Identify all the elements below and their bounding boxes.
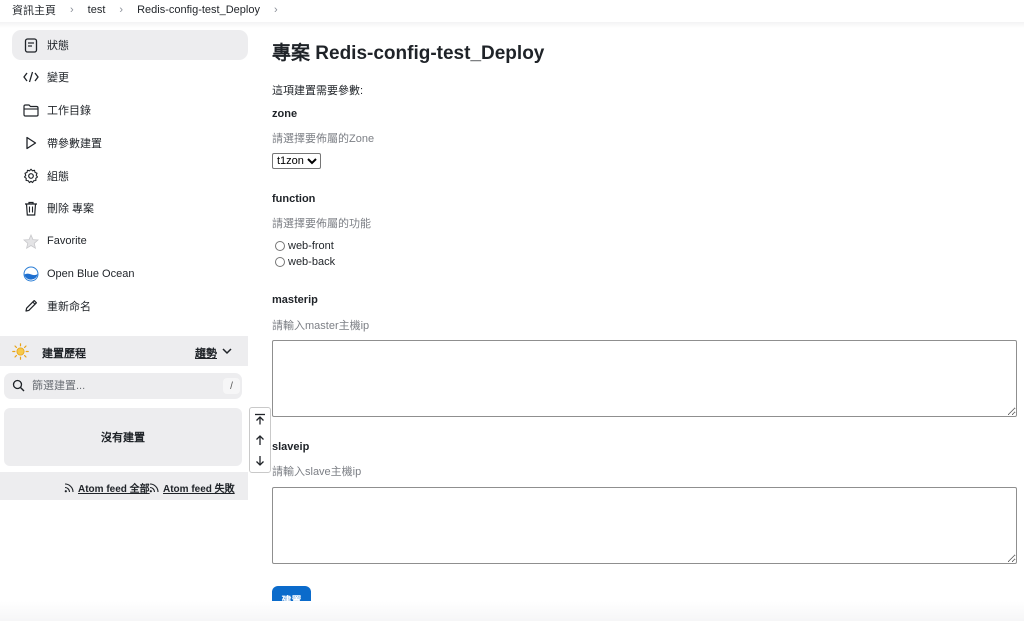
scroll-up-button[interactable]	[250, 429, 270, 450]
breadcrumb-separator-icon: ›	[70, 4, 74, 16]
status-icon	[21, 35, 41, 55]
zone-select[interactable]: t1zone	[272, 153, 321, 169]
sidebar-item-label: 帶參數建置	[47, 138, 102, 150]
code-icon	[21, 67, 41, 87]
build-filter-input[interactable]	[32, 377, 212, 395]
breadcrumb-item-project[interactable]: Redis-config-test_Deploy	[137, 4, 260, 16]
sidebar-item-label: 狀態	[47, 40, 69, 52]
scroll-controls	[249, 407, 271, 473]
atom-feed-all-link[interactable]: Atom feed 全部	[64, 480, 150, 495]
arrow-up-icon	[256, 434, 264, 445]
function-parameter-name: function	[272, 193, 316, 205]
sidebar-item-label: 組態	[47, 171, 69, 183]
sidebar-item-delete-project[interactable]: 刪除 專案	[12, 193, 248, 223]
bottom-bar	[0, 601, 1024, 621]
sidebar-item-status[interactable]: 狀態	[12, 30, 248, 60]
radio-label: web-front	[288, 240, 334, 252]
chevron-down-icon[interactable]	[221, 345, 233, 357]
build-filter: /	[4, 373, 242, 399]
radio-circle[interactable]	[275, 257, 285, 267]
folder-icon	[21, 100, 41, 120]
atom-feed-all-label: Atom feed 全部	[78, 484, 150, 495]
trend-link[interactable]: 趨勢	[195, 345, 217, 361]
breadcrumb-item-dashboard[interactable]: 資訊主頁	[12, 2, 56, 18]
build-history-title: 建置歷程	[42, 348, 86, 360]
zone-parameter-help: 請選擇要佈屬的Zone	[272, 133, 375, 145]
sidebar-item-label: Favorite	[47, 235, 87, 247]
sidebar-item-label: Open Blue Ocean	[47, 268, 135, 280]
breadcrumb-item-folder[interactable]: test	[88, 4, 106, 16]
sidebar-item-label: 工作目錄	[47, 105, 91, 117]
radio-label: web-back	[288, 256, 336, 268]
sidebar-item-workspace[interactable]: 工作目錄	[12, 95, 248, 125]
scroll-top-icon	[255, 413, 265, 424]
scroll-down-button[interactable]	[250, 450, 270, 471]
parameters-description: 這項建置需要參數:	[272, 85, 364, 97]
sidebar-item-rename[interactable]: 重新命名	[12, 291, 248, 321]
scroll-to-top-button[interactable]	[250, 408, 270, 429]
weather-sun-icon	[12, 343, 29, 360]
arrow-down-icon	[256, 455, 264, 466]
sidebar-item-label: 刪除 專案	[47, 203, 95, 215]
keyboard-shortcut-badge: /	[223, 378, 240, 394]
radio-circle[interactable]	[275, 241, 285, 251]
header-divider	[0, 22, 1024, 28]
slaveip-textarea[interactable]	[272, 487, 1017, 564]
masterip-parameter-name: masterip	[272, 294, 318, 306]
build-history-header: 建置歷程 趨勢	[0, 336, 248, 366]
blue-ocean-icon	[21, 264, 41, 284]
star-icon	[21, 231, 41, 251]
atom-feed-failed-link[interactable]: Atom feed 失敗	[149, 480, 235, 495]
breadcrumb: 資訊主頁 › test › Redis-config-test_Deploy ›	[0, 0, 1024, 20]
sidebar-item-open-blue-ocean[interactable]: Open Blue Ocean	[12, 259, 248, 289]
atom-feed-failed-label: Atom feed 失敗	[163, 484, 235, 495]
sidebar-item-changes[interactable]: 變更	[12, 62, 248, 92]
breadcrumb-separator-icon: ›	[119, 4, 124, 16]
search-icon	[12, 379, 25, 392]
trash-icon	[21, 198, 41, 218]
no-builds-message: 沒有建置	[4, 408, 242, 466]
breadcrumb-separator-icon[interactable]: ›	[274, 4, 278, 16]
sidebar-item-label: 變更	[47, 72, 69, 84]
zone-parameter-name: zone	[272, 108, 298, 120]
page-title: 專案 Redis-config-test_Deploy	[272, 43, 545, 64]
rss-icon	[64, 482, 74, 492]
function-parameter-help: 請選擇要佈屬的功能	[272, 218, 371, 230]
rss-icon	[149, 482, 159, 492]
sidebar-item-build-with-parameters[interactable]: 帶參數建置	[12, 128, 248, 158]
play-icon	[21, 133, 41, 153]
function-radio-web-front[interactable]: web-front	[275, 240, 334, 252]
atom-feeds: Atom feed 全部 Atom feed 失敗	[0, 472, 248, 500]
pencil-icon	[21, 296, 41, 316]
slaveip-parameter-help: 請輸入slave主機ip	[272, 466, 362, 478]
slaveip-parameter-name: slaveip	[272, 441, 310, 453]
function-radio-web-back[interactable]: web-back	[275, 256, 335, 268]
masterip-textarea[interactable]	[272, 340, 1017, 417]
sidebar-item-label: 重新命名	[47, 301, 91, 313]
gear-icon	[21, 166, 41, 186]
sidebar-item-configure[interactable]: 組態	[12, 161, 248, 191]
sidebar-item-favorite[interactable]: Favorite	[12, 226, 248, 256]
masterip-parameter-help: 請輸入master主機ip	[272, 320, 370, 332]
